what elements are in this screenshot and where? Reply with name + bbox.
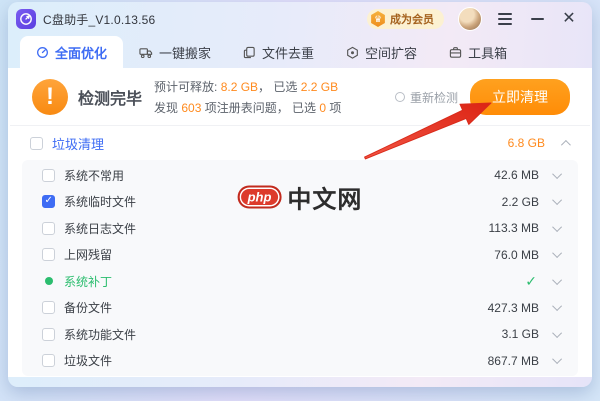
- releasable-line: 预计可释放: 8.2 GB， 已选 2.2 GB: [154, 78, 341, 95]
- gauge-icon: [36, 46, 49, 59]
- row-checkbox[interactable]: [42, 301, 55, 314]
- tab-one-click-move[interactable]: 一键搬家: [123, 36, 227, 68]
- titlebar: C盘助手_V1.0.13.56 ♛ 成为会员 ✕: [8, 2, 592, 36]
- recheck-button[interactable]: 重新检测: [395, 89, 458, 106]
- row-checkbox[interactable]: [42, 169, 55, 182]
- app-window: C盘助手_V1.0.13.56 ♛ 成为会员 ✕: [8, 2, 592, 387]
- registry-issue-count: 603: [181, 101, 201, 115]
- tab-label: 一键搬家: [159, 43, 211, 62]
- main-panel: ! 检测完毕 预计可释放: 8.2 GB， 已选 2.2 GB 发现 603 项…: [8, 68, 592, 377]
- list-item-web-residue[interactable]: 上网残留 76.0 MB: [22, 242, 578, 269]
- list-item-system-patch[interactable]: 系统补丁 ✓: [22, 268, 578, 295]
- tab-label: 空间扩容: [365, 43, 417, 62]
- tab-label: 工具箱: [468, 43, 507, 62]
- clean-now-button[interactable]: 立即清理: [470, 79, 570, 115]
- expand-node-icon: [346, 46, 359, 59]
- member-badge-label: 成为会员: [390, 11, 434, 27]
- crown-icon: ♛: [370, 11, 386, 27]
- tab-label: 全面优化: [55, 43, 107, 62]
- close-icon: ✕: [562, 11, 575, 27]
- duplicate-files-icon: [243, 46, 256, 59]
- releasable-size: 8.2 GB: [221, 80, 258, 94]
- list-item-system-logs[interactable]: 系统日志文件 113.3 MB: [22, 215, 578, 242]
- expand-chevron-icon[interactable]: [552, 222, 562, 232]
- minimize-icon: [531, 18, 544, 20]
- scan-summary: ! 检测完毕 预计可释放: 8.2 GB， 已选 2.2 GB 发现 603 项…: [10, 68, 590, 126]
- tab-label: 文件去重: [262, 43, 314, 62]
- expand-chevron-icon[interactable]: [552, 328, 562, 338]
- toolbox-icon: [449, 46, 462, 59]
- expand-chevron-icon[interactable]: [552, 248, 562, 258]
- tabbar: 全面优化 一键搬家 文件去重: [8, 36, 592, 68]
- row-checkbox[interactable]: [42, 222, 55, 235]
- desktop-background: C盘助手_V1.0.13.56 ♛ 成为会员 ✕: [0, 0, 600, 401]
- selected-size: 2.2 GB: [301, 80, 338, 94]
- hamburger-icon: [498, 13, 512, 25]
- app-title: C盘助手_V1.0.13.56: [43, 11, 155, 28]
- row-checkbox[interactable]: [42, 248, 55, 261]
- row-checkbox-checked[interactable]: [42, 195, 55, 208]
- menu-button[interactable]: [496, 10, 514, 28]
- registry-line: 发现 603 项注册表问题， 已选 0 项: [154, 99, 341, 116]
- status-dot-icon: [45, 277, 53, 285]
- group-checkbox[interactable]: [30, 137, 43, 150]
- expand-chevron-icon[interactable]: [552, 301, 562, 311]
- junk-clean-group-header[interactable]: 垃圾清理 6.8 GB: [8, 126, 592, 160]
- expand-chevron-icon[interactable]: [552, 195, 562, 205]
- close-button[interactable]: ✕: [560, 10, 578, 28]
- list-item-junk-files[interactable]: 垃圾文件 867.7 MB: [22, 348, 578, 375]
- group-label: 垃圾清理: [52, 134, 104, 153]
- tab-space-expand[interactable]: 空间扩容: [330, 36, 433, 68]
- truck-icon: [139, 46, 153, 59]
- row-checkbox[interactable]: [42, 354, 55, 367]
- recheck-label: 重新检测: [410, 89, 458, 106]
- app-logo-icon: [16, 9, 36, 29]
- scan-details: 预计可释放: 8.2 GB， 已选 2.2 GB 发现 603 项注册表问题， …: [154, 78, 341, 116]
- done-check-icon: ✓: [525, 274, 537, 288]
- recheck-icon: [395, 92, 405, 102]
- expand-chevron-icon[interactable]: [552, 169, 562, 179]
- tab-file-dedup[interactable]: 文件去重: [227, 36, 330, 68]
- scan-status-title: 检测完毕: [78, 85, 142, 109]
- row-checkbox[interactable]: [42, 328, 55, 341]
- user-avatar[interactable]: [458, 7, 482, 31]
- list-item-backup-files[interactable]: 备份文件 427.3 MB: [22, 295, 578, 322]
- list-item-system-feature-files[interactable]: 系统功能文件 3.1 GB: [22, 321, 578, 348]
- cleanup-list: 系统不常用 42.6 MB 系统临时文件 2.2 GB 系统日志文件 113.3…: [22, 160, 578, 376]
- group-size: 6.8 GB: [508, 136, 545, 150]
- expand-chevron-icon[interactable]: [552, 354, 562, 364]
- alert-exclamation-icon: !: [32, 79, 68, 115]
- list-item-system-unused[interactable]: 系统不常用 42.6 MB: [22, 162, 578, 189]
- list-item-system-temp[interactable]: 系统临时文件 2.2 GB: [22, 189, 578, 216]
- collapse-chevron-icon[interactable]: [561, 139, 571, 149]
- minimize-button[interactable]: [528, 10, 546, 28]
- expand-chevron-icon[interactable]: [552, 275, 562, 285]
- tab-toolbox[interactable]: 工具箱: [433, 36, 523, 68]
- tab-full-optimize[interactable]: 全面优化: [20, 36, 123, 68]
- become-member-button[interactable]: ♛ 成为会员: [367, 9, 444, 29]
